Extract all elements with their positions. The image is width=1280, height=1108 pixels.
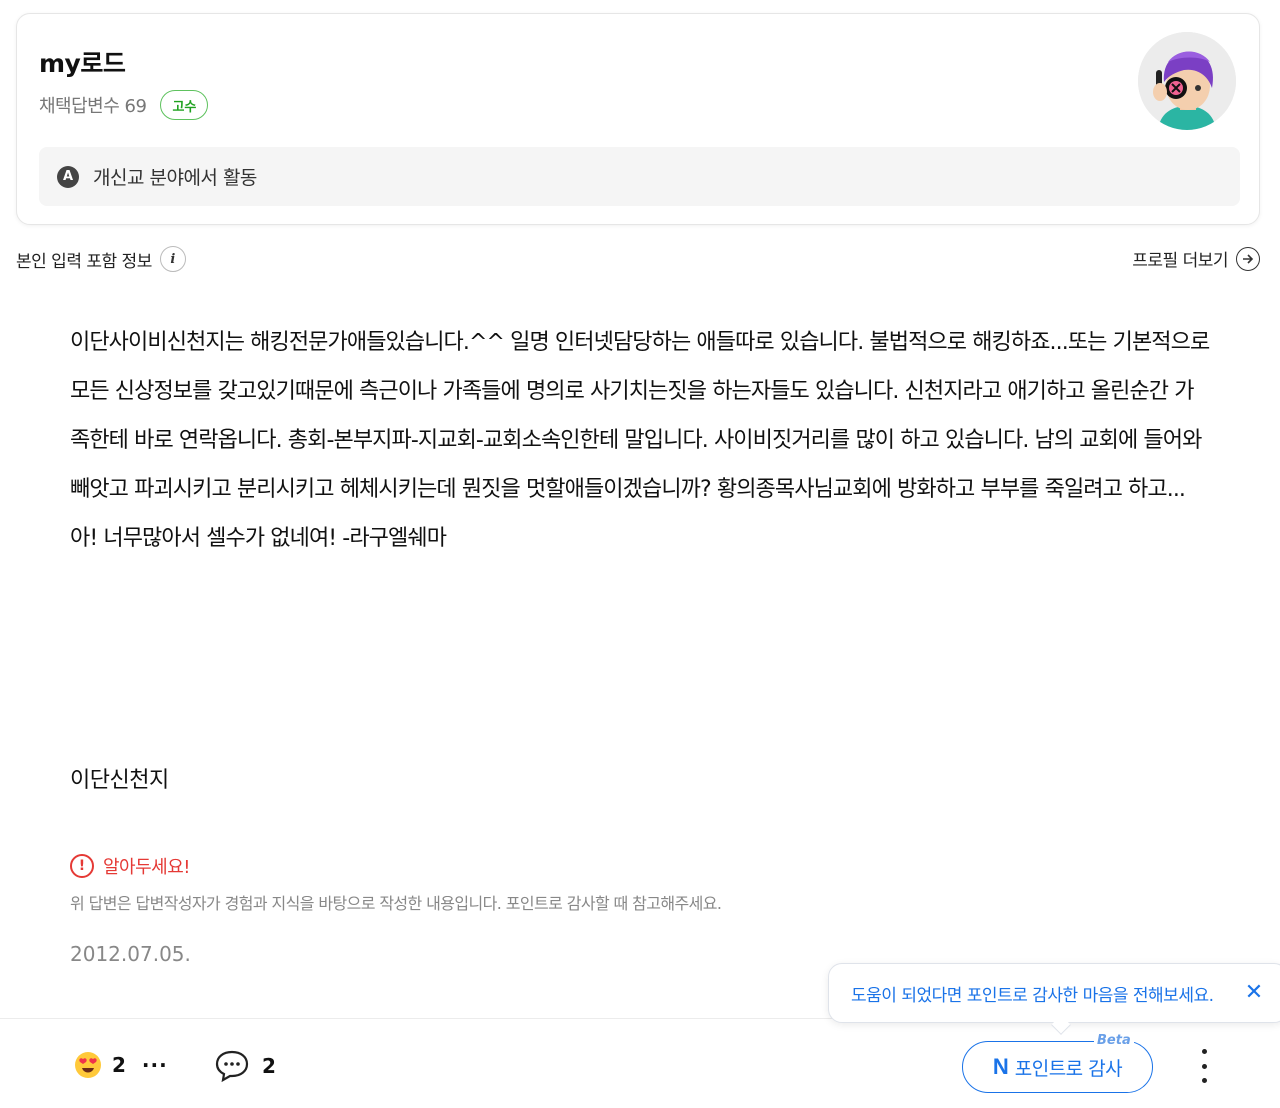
comment-count: 2 — [262, 1054, 276, 1078]
kebab-dot — [1201, 1063, 1207, 1069]
activity-text: 개신교 분야에서 활동 — [93, 167, 257, 189]
avatar-illustration — [1138, 32, 1236, 130]
thanks-label: 포인트로 감사 — [1014, 1057, 1123, 1080]
more-profile-link[interactable]: 프로필 더보기 — [1132, 246, 1260, 271]
close-icon[interactable]: ✕ — [1243, 982, 1265, 1004]
notice-description: 위 답변은 답변작성자가 경험과 지식을 바탕으로 작성한 내용입니다. 포인트… — [70, 894, 722, 913]
answer-tag: 이단신천지 — [70, 768, 169, 793]
adopted-answer-count: 채택답변수 69 — [39, 96, 147, 117]
reaction-more[interactable]: ··· — [142, 1053, 168, 1077]
self-input-info: 본인 입력 포함 정보 i — [16, 246, 186, 272]
info-icon[interactable]: i — [159, 246, 186, 272]
activity-a-icon: A — [57, 165, 79, 188]
kebab-dot — [1201, 1049, 1207, 1054]
notice-title: ! 알아두세요! — [70, 853, 191, 879]
thanks-with-points-button[interactable]: N 포인트로 감사 — [962, 1041, 1153, 1093]
self-input-label: 본인 입력 포함 정보 — [16, 251, 152, 272]
activity-box[interactable]: A 개신교 분야에서 활동 — [39, 147, 1240, 206]
notice-title-text: 알아두세요! — [103, 857, 191, 878]
profile-name[interactable]: my로드 — [39, 44, 126, 80]
beta-tag: Beta — [1094, 1033, 1134, 1048]
tooltip-text: 도움이 되었다면 포인트로 감사한 마음을 전해보세요. — [851, 985, 1214, 1006]
more-profile-label: 프로필 더보기 — [1132, 251, 1228, 271]
reaction-count: 2 — [112, 1053, 126, 1077]
profile-card: my로드 채택답변수 69 고수 A 개신교 분야에서 활동 — [16, 13, 1260, 225]
bottom-action-bar: 2 ··· 2 N 포인트로 감사 Beta — [0, 1018, 1280, 1108]
grade-badge: 고수 — [160, 90, 209, 120]
answer-body: 이단사이비신천지는 해킹전문가애들있습니다.^^ 일명 인터넷담당하는 애들따로… — [70, 330, 1210, 551]
reaction-button[interactable]: 2 ··· — [74, 1051, 168, 1079]
comment-bubble-icon — [215, 1050, 249, 1083]
heart-eyes-emoji-icon — [75, 1052, 101, 1078]
answer-date: 2012.07.05. — [70, 942, 191, 966]
kebab-dot — [1201, 1078, 1207, 1083]
profile-stats: 채택답변수 69 고수 — [39, 90, 209, 120]
comment-button[interactable]: 2 — [214, 1049, 276, 1083]
naver-n-icon: N — [992, 1054, 1009, 1079]
warning-icon: ! — [70, 854, 94, 878]
points-tooltip: 도움이 되었다면 포인트로 감사한 마음을 전해보세요. ✕ — [828, 963, 1280, 1023]
avatar[interactable] — [1138, 32, 1236, 130]
more-options-icon[interactable] — [1192, 1049, 1216, 1083]
arrow-right-icon — [1236, 246, 1260, 271]
